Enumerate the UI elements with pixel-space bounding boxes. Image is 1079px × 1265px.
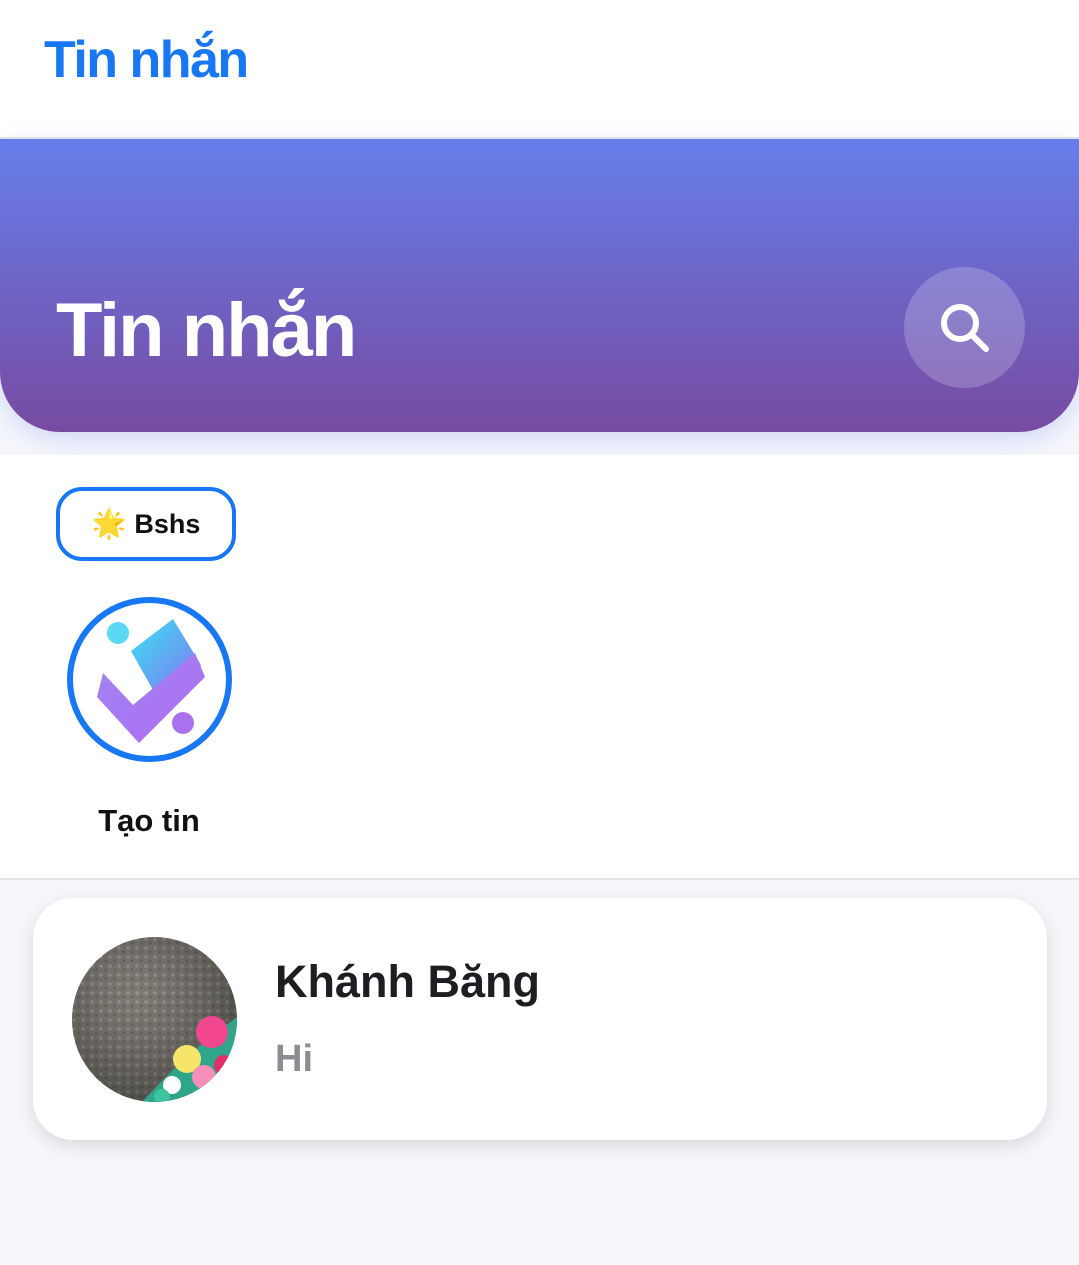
last-message-preview: Hi [275,1038,313,1080]
stories-section: 🌟 Bshs Tạo tin [0,455,1079,880]
search-icon [940,303,989,352]
create-story-button[interactable] [67,597,232,762]
create-story-label: Tạo tin [98,803,200,838]
messages-header: Tin nhắn [0,139,1079,432]
avatar [72,937,237,1102]
search-button[interactable] [904,267,1025,388]
story-chip[interactable]: 🌟 Bshs [56,487,236,561]
star-icon: 🌟 [91,508,127,539]
page-title: Tin nhắn [56,288,357,373]
conversation-item[interactable]: Khánh Băng Hi [33,898,1047,1140]
story-chip-label: Bshs [134,508,201,539]
top-app-bar: Tin nhắn [0,0,1079,139]
app-logo-icon [97,619,205,743]
app-bar-title: Tin nhắn [44,31,249,89]
contact-name: Khánh Băng [275,956,540,1007]
